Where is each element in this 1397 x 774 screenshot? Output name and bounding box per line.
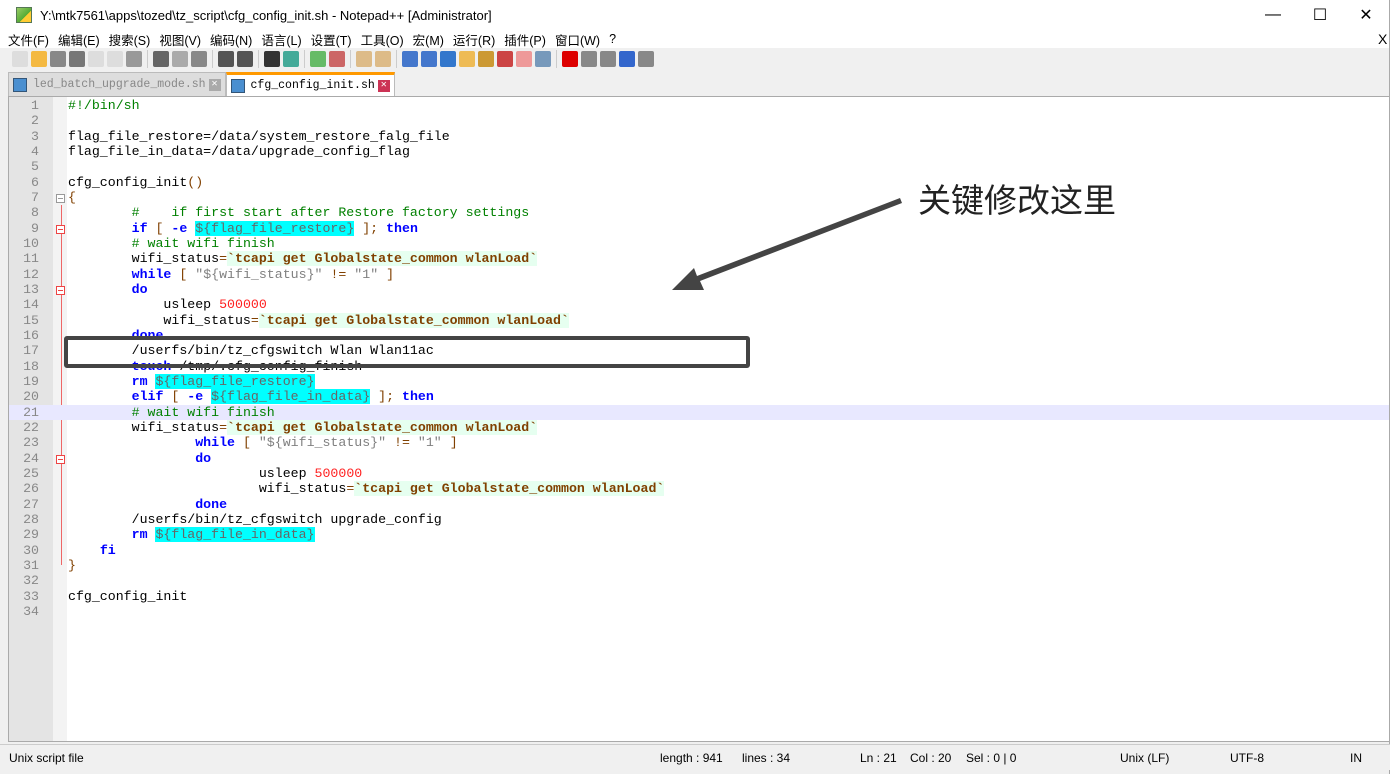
annotation-text: 关键修改这里	[918, 181, 1116, 220]
arrow-icon	[672, 198, 902, 290]
annotation-arrow	[672, 198, 902, 290]
